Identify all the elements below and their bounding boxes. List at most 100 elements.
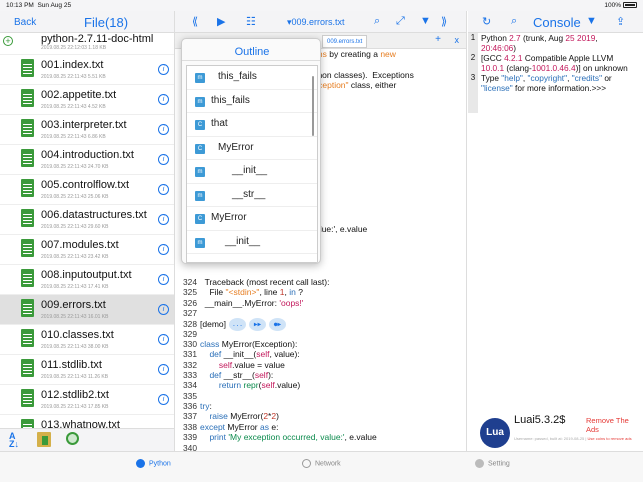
expand-icon[interactable]: ⤢ <box>396 15 405 28</box>
outline-item[interactable]: m __init__ <box>187 231 317 254</box>
run-icon[interactable]: ▶ <box>217 15 225 28</box>
code-token: raise <box>209 411 228 422</box>
outline-list-icon[interactable]: ☷ <box>246 15 256 28</box>
add-icon[interactable]: + <box>3 36 13 46</box>
console-line: Python 2.7 (trunk, Aug 25 2019, <box>481 33 641 43</box>
jump-first-icon[interactable]: ⟪ <box>192 15 198 28</box>
file-row[interactable]: 011.stdlib.txt 2019.08.25 22:11:43 11.26 … <box>0 355 174 385</box>
search-icon[interactable]: ⌕ <box>374 15 380 28</box>
info-icon[interactable]: i <box>158 274 169 285</box>
console-token: 25 2019 <box>565 33 596 43</box>
console-line-number: 2 <box>470 53 476 62</box>
tab-errors[interactable]: 009.errors.txt <box>322 35 368 48</box>
remove-ads-link[interactable]: Remove The Ads <box>586 416 643 434</box>
file-row[interactable]: 009.errors.txt 2019.08.25 22:11:43 16.01 … <box>0 295 174 325</box>
outline-item[interactable]: Cthat <box>187 113 317 137</box>
file-row[interactable]: 001.index.txt 2019.08.25 22:11:43 5.51 KB… <box>0 55 174 85</box>
status-time: 10:13 PM Sun Aug 25 <box>6 2 72 9</box>
file-row[interactable]: 007.modules.txt 2019.08.25 22:11:43 23.42… <box>0 235 174 265</box>
console-line: 10.0.1 (clang-1001.0.46.4)] on unknown <box>481 63 641 73</box>
status-bar: 10:13 PM Sun Aug 25 100% <box>0 0 643 11</box>
settings-gear-icon[interactable] <box>66 432 79 445</box>
info-icon[interactable]: i <box>158 244 169 255</box>
console-token: "copyright" <box>527 73 568 83</box>
console-title: Console <box>533 15 581 30</box>
refresh-icon[interactable]: ↻ <box>482 15 491 28</box>
console-gutter: 1 2 3 <box>468 33 478 113</box>
info-icon[interactable]: i <box>158 154 169 165</box>
info-icon[interactable]: i <box>158 184 169 195</box>
file-meta: 2019.08.25 22:11:43 16.01 KB <box>41 314 109 320</box>
close-tab-icon[interactable]: x <box>455 35 460 45</box>
tab-network[interactable]: Network <box>302 459 341 468</box>
console-token: "help" <box>501 73 523 83</box>
outline-item[interactable]: C MyError <box>187 137 317 160</box>
code-line: 338 except MyError as e: <box>175 422 377 432</box>
info-icon[interactable]: i <box>158 334 169 345</box>
file-meta: 2019.08.25 22:11:43 17.41 KB <box>41 284 109 290</box>
code-token: in <box>289 287 296 298</box>
file-row[interactable]: 010.classes.txt 2019.08.25 22:11:43 38.00… <box>0 325 174 355</box>
console-token: 1001.0.46.4 <box>531 63 576 73</box>
code-line: 331 def __init__(self, value): <box>175 349 377 359</box>
tab-python[interactable]: Python <box>136 459 171 468</box>
editor-file-title[interactable]: ▾009.errors.txt <box>287 17 345 28</box>
file-row[interactable]: 008.inputoutput.txt 2019.08.25 22:11:43 1… <box>0 265 174 295</box>
line-number: 324 <box>183 277 197 287</box>
info-icon[interactable]: i <box>158 364 169 375</box>
method-icon: m <box>195 167 205 177</box>
info-icon[interactable]: i <box>158 94 169 105</box>
folder-icon[interactable] <box>37 432 51 447</box>
console-search-icon[interactable]: ⌕ <box>511 15 517 28</box>
code-line: 330 class MyError(Exception): <box>175 339 377 349</box>
info-icon[interactable]: i <box>158 124 169 135</box>
code-token: , value): <box>269 349 300 360</box>
line-number: 333 <box>183 370 197 381</box>
dropdown-icon[interactable]: ▼ <box>420 15 431 27</box>
console-output[interactable]: Python 2.7 (trunk, Aug 25 2019, 20:46:06)… <box>481 33 641 93</box>
file-meta: 2019.08.25 22:11:43 29.60 KB <box>41 224 109 230</box>
code-token: __str__( <box>221 370 255 381</box>
file-row[interactable]: 012.stdlib2.txt 2019.08.25 22:11:43 17.85… <box>0 385 174 415</box>
file-row[interactable]: 005.controlflow.txt 2019.08.25 22:11:43 2… <box>0 175 174 205</box>
info-icon[interactable]: i <box>158 214 169 225</box>
file-panel-header: Back File(18) <box>0 11 174 33</box>
file-row[interactable]: + python-2.7.11-doc-html 2019.08.25 22:12:… <box>0 33 174 55</box>
file-row[interactable]: 006.datastructures.txt 2019.08.25 22:11:4… <box>0 205 174 235</box>
outline-item[interactable]: m this_fails <box>187 90 317 113</box>
code-token: : <box>209 401 212 412</box>
file-name: 004.introduction.txt <box>41 149 134 161</box>
file-name: 010.classes.txt <box>41 329 114 341</box>
file-row[interactable]: 003.interpreter.txt 2019.08.25 22:11:43 6… <box>0 115 174 145</box>
outline-item[interactable]: m __str__ <box>187 184 317 207</box>
console-token: [GCC <box>481 53 505 63</box>
add-tab-icon[interactable]: + <box>435 34 441 45</box>
file-name: 001.index.txt <box>41 59 104 71</box>
info-icon[interactable]: i <box>158 394 169 405</box>
tab-setting[interactable]: Setting <box>475 459 510 468</box>
outline-scrollbar[interactable] <box>312 76 314 136</box>
back-button[interactable]: Back <box>14 17 36 28</box>
line-number: 334 <box>183 380 197 391</box>
editor-toolbar: ⟪ ▶ ☷ ▾009.errors.txt ⌕ ⤢ ▼ ⟫ <box>175 11 466 33</box>
code-token: .value = value <box>232 359 285 370</box>
console-filter-icon[interactable]: ▼ <box>586 15 597 27</box>
outline-popup: Outline m this_fails m this_fails Cthat C MyEr… <box>181 38 321 264</box>
outline-item[interactable]: m __init__ <box>187 160 317 184</box>
jump-last-icon[interactable]: ⟫ <box>441 15 447 28</box>
use-coins-link[interactable]: Use coins to remove ads <box>588 436 632 441</box>
battery-icon <box>623 2 637 9</box>
share-icon[interactable]: ⇪ <box>616 15 625 28</box>
file-row[interactable]: 002.appetite.txt 2019.08.25 22:11:43 4.52… <box>0 85 174 115</box>
info-icon[interactable]: i <box>158 304 169 315</box>
sort-az-icon[interactable]: A Z↓ <box>9 432 19 449</box>
outline-item[interactable]: m this_fails <box>187 66 317 90</box>
file-name: 009.errors.txt <box>41 299 106 311</box>
file-row[interactable]: 004.introduction.txt 2019.08.25 22:11:43 … <box>0 145 174 175</box>
info-icon[interactable]: i <box>158 64 169 75</box>
file-icon <box>21 179 34 197</box>
file-icon <box>21 329 34 347</box>
code-line: 329 <box>175 329 377 339</box>
outline-item[interactable]: C MyError <box>187 207 317 231</box>
